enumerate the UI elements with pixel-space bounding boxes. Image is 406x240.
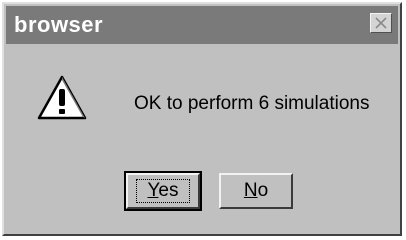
yes-button-label: es bbox=[158, 180, 179, 201]
message-dialog: browser OK to perform 6 simulations Yes … bbox=[2, 2, 402, 236]
yes-button-mnemonic: Y bbox=[147, 180, 159, 201]
title-bar[interactable]: browser bbox=[6, 6, 398, 44]
yes-button-focus: Yes bbox=[136, 179, 190, 203]
window-title: browser bbox=[14, 12, 104, 37]
message-text: OK to perform 6 simulations bbox=[134, 93, 370, 114]
close-button[interactable] bbox=[370, 13, 392, 33]
no-button-label: o bbox=[257, 180, 269, 201]
yes-button[interactable]: Yes bbox=[124, 171, 202, 211]
no-button[interactable]: No bbox=[219, 173, 293, 209]
warning-icon bbox=[37, 75, 87, 120]
close-x-icon bbox=[375, 17, 387, 29]
no-button-mnemonic: N bbox=[243, 180, 258, 201]
